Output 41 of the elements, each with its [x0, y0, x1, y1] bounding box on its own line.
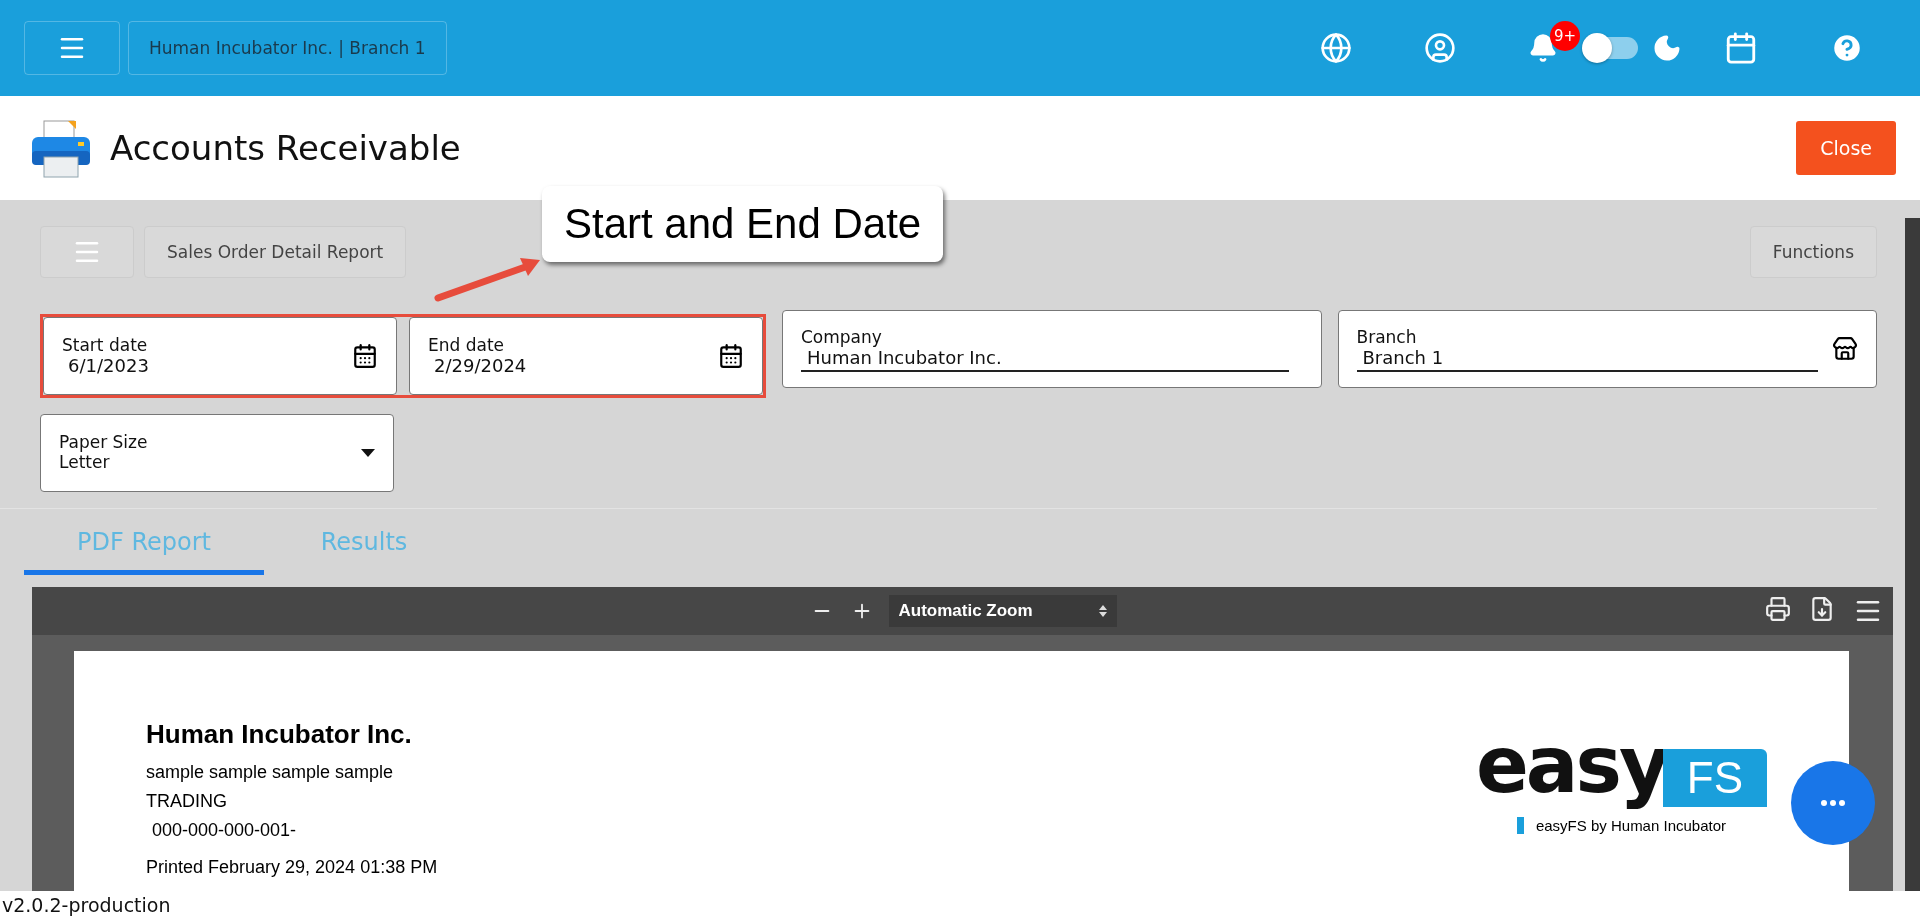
- document-company: Human Incubator Inc.: [146, 719, 413, 750]
- document-line: sample sample sample sample: [146, 761, 395, 784]
- calendar-icon[interactable]: [352, 343, 378, 369]
- paper-size-select[interactable]: Paper Size Letter: [40, 414, 394, 492]
- logo-badge: FS: [1662, 748, 1767, 807]
- field-label: Start date: [62, 334, 149, 355]
- field-label: Company: [801, 326, 883, 347]
- globe-icon[interactable]: [1320, 32, 1352, 64]
- field-value: Branch 1: [1361, 346, 1445, 368]
- user-icon[interactable]: [1424, 32, 1456, 64]
- printer-icon: [30, 117, 92, 179]
- field-label: End date: [428, 334, 506, 355]
- callout-label: Start and End Date: [542, 186, 944, 262]
- input-field[interactable]: Company Human Incubator Inc.: [782, 310, 1322, 388]
- field-label: Paper Size: [59, 432, 149, 452]
- field-value: Human Incubator Inc.: [807, 346, 1003, 368]
- logo-caption: easyFS by Human Incubator: [1516, 816, 1726, 834]
- company-branch-button[interactable]: Human Incubator Inc. | Branch 1: [128, 21, 447, 75]
- input-field[interactable]: End date 2/29/2024: [409, 317, 763, 395]
- more-icon: [1821, 800, 1845, 806]
- document-line: 000-000-000-001-: [151, 819, 298, 842]
- field-value: Letter: [59, 452, 111, 472]
- moon-icon: [1652, 33, 1682, 63]
- store-icon[interactable]: [1832, 336, 1858, 362]
- report-name-button[interactable]: Sales Order Detail Report: [144, 226, 407, 278]
- input-field[interactable]: Branch Branch 1: [1337, 310, 1877, 388]
- document-line: TRADING: [146, 790, 228, 813]
- field-value: 2/29/2024: [433, 354, 528, 376]
- notification-badge: 9+: [1550, 21, 1580, 51]
- input-field[interactable]: Start date 6/1/2023: [43, 317, 397, 395]
- version-label: v2.0.2-production: [0, 891, 1920, 919]
- zoom-select[interactable]: Automatic Zoom: [888, 595, 1117, 627]
- field-value: 6/1/2023: [67, 354, 150, 376]
- page-title: Accounts Receivable: [110, 128, 461, 168]
- calendar-icon[interactable]: [718, 343, 744, 369]
- functions-button[interactable]: Functions: [1749, 226, 1877, 278]
- dropdown-caret-icon: [361, 449, 375, 457]
- field-label: Branch: [1356, 326, 1418, 347]
- scrollbar[interactable]: [1905, 218, 1920, 891]
- printed-date: Printed February 29, 2024 01:38 PM: [146, 857, 438, 878]
- updown-caret-icon: [1098, 605, 1107, 617]
